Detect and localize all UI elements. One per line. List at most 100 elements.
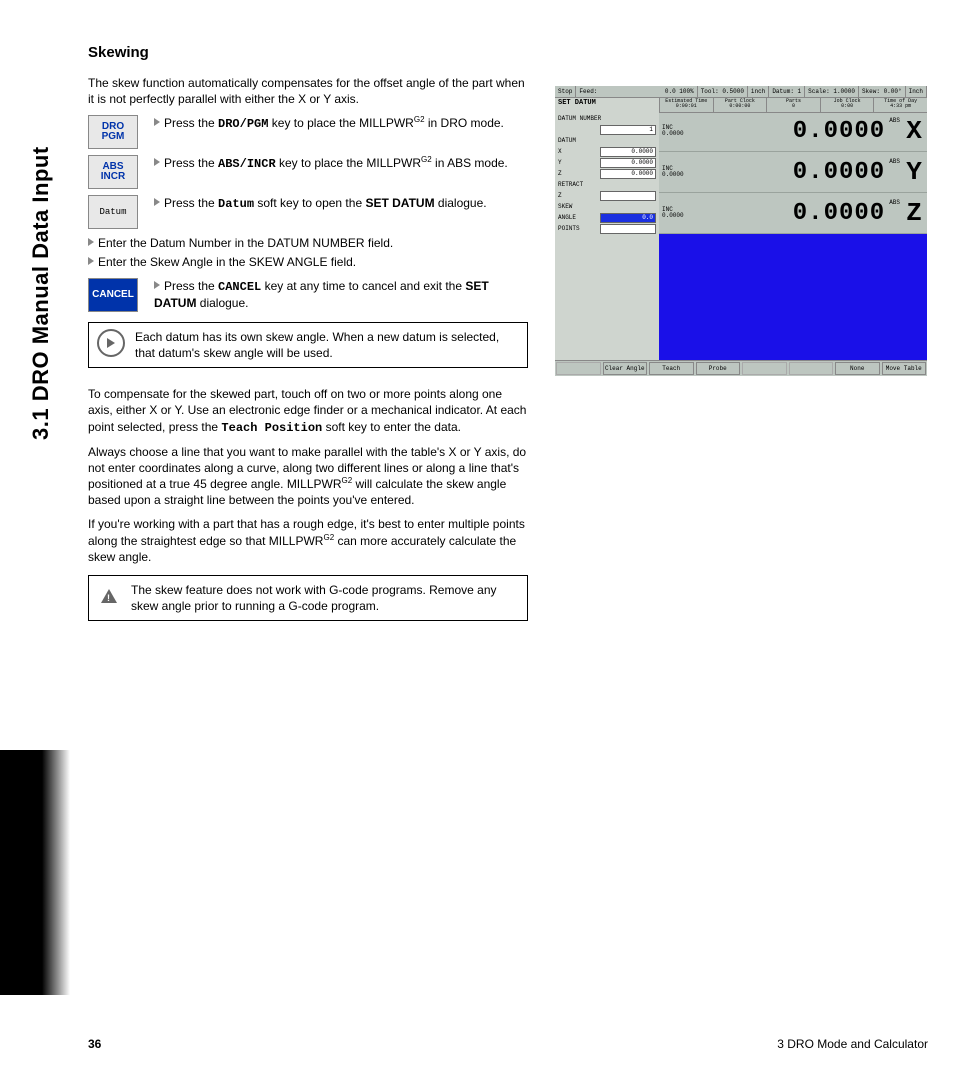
- para-2: To compensate for the skewed part, touch…: [88, 386, 528, 436]
- dro-mini: INC0.0000: [659, 166, 698, 179]
- softkey-teach[interactable]: Teach: [649, 362, 694, 375]
- softkey-clear-angle[interactable]: Clear Angle: [603, 362, 648, 375]
- key-line: CANCEL: [92, 290, 134, 301]
- dro-panel: INC0.0000 0.0000 ABS X INC0.0000 0.0000 …: [659, 111, 927, 361]
- topbar-unit: inch: [748, 86, 769, 97]
- input-y[interactable]: 0.0000: [600, 158, 656, 168]
- para-3: Always choose a line that you want to ma…: [88, 444, 528, 509]
- topbar-datum: Datum: 1: [769, 86, 805, 97]
- lbl-datum: DATUM: [558, 138, 576, 145]
- abs-label: ABS: [889, 117, 900, 124]
- key-cancel[interactable]: CANCEL: [88, 278, 138, 312]
- abs-label: ABS: [889, 158, 900, 165]
- key-datum[interactable]: Datum: [88, 195, 138, 229]
- step-4: Enter the Datum Number in the DATUM NUMB…: [88, 235, 528, 251]
- note-box-2: ! The skew feature does not work with G-…: [88, 575, 528, 621]
- step-text: Press the DRO/PGM key to place the MILLP…: [154, 115, 528, 132]
- dro-value-z: 0.0000: [698, 200, 889, 227]
- note-box-1: Each datum has its own skew angle. When …: [88, 322, 528, 368]
- lbl-angle: ANGLE: [558, 215, 576, 222]
- step-text: Press the CANCEL key at any time to canc…: [154, 278, 528, 311]
- arrow-icon: [107, 338, 115, 348]
- input-skew-angle[interactable]: 0.0: [600, 213, 656, 223]
- step-3: Datum Press the Datum soft key to open t…: [88, 195, 528, 229]
- lbl-skew: SKEW: [558, 204, 572, 211]
- softkey-5[interactable]: [742, 362, 787, 375]
- topbar-scale: Scale: 1.0000: [805, 86, 859, 97]
- softkey-1[interactable]: [556, 362, 601, 375]
- heading-skewing: Skewing: [88, 44, 528, 61]
- key-abs-incr[interactable]: ABS INCR: [88, 155, 138, 189]
- time-part: Part Clock0:00:00: [713, 98, 767, 112]
- page-content: Skewing The skew function automatically …: [88, 44, 528, 635]
- page-number: 36: [88, 1037, 101, 1051]
- shot-topbar: Stop Feed:0.0 100% Tool: 0.5000 inch Dat…: [555, 86, 927, 98]
- dro-row-z: INC0.0000 0.0000 ABS Z: [659, 193, 927, 234]
- axis-x: X: [904, 116, 927, 146]
- dro-mini: INC0.0000: [659, 125, 698, 138]
- dro-row-x: INC0.0000 0.0000 ABS X: [659, 111, 927, 152]
- key-line: PGM: [102, 132, 125, 143]
- step-6: CANCEL Press the CANCEL key at any time …: [88, 278, 528, 312]
- topbar-inch: Inch: [906, 86, 927, 97]
- dro-value-y: 0.0000: [698, 159, 889, 186]
- triangle-icon: [154, 118, 160, 126]
- softkey-none[interactable]: None: [835, 362, 880, 375]
- lbl-x: X: [558, 149, 562, 156]
- abs-label: ABS: [889, 199, 900, 206]
- triangle-icon: [88, 238, 94, 246]
- step-5: Enter the Skew Angle in the SKEW ANGLE f…: [88, 254, 528, 270]
- dro-screenshot: Stop Feed:0.0 100% Tool: 0.5000 inch Dat…: [555, 86, 927, 376]
- topbar-feed: Feed:0.0 100%: [576, 86, 697, 97]
- shot-body: DATUM NUMBER 1 DATUM X 0.0000 Y 0.0000 Z 0.…: [555, 111, 927, 361]
- step-text: Press the Datum soft key to open the SET…: [154, 195, 528, 212]
- triangle-icon: [88, 257, 94, 265]
- note-text: Each datum has its own skew angle. When …: [135, 329, 519, 361]
- input-datum-number[interactable]: 1: [600, 125, 656, 135]
- softkey-6[interactable]: [789, 362, 834, 375]
- para-4: If you're working with a part that has a…: [88, 516, 528, 565]
- triangle-icon: [154, 198, 160, 206]
- lbl-datum-number: DATUM NUMBER: [558, 116, 601, 123]
- time-parts: Parts0: [766, 98, 820, 112]
- set-datum-label: SET DATUM: [555, 98, 659, 112]
- step-1: DRO PGM Press the DRO/PGM key to place t…: [88, 115, 528, 149]
- lbl-retract: RETRACT: [558, 182, 583, 189]
- input-retract-z[interactable]: [600, 191, 656, 201]
- topbar-stop: Stop: [555, 86, 576, 97]
- key-line: INCR: [101, 172, 125, 183]
- triangle-icon: [154, 158, 160, 166]
- topbar-skew: Skew: 0.00°: [859, 86, 906, 97]
- graphic-pane: [659, 234, 927, 361]
- input-x[interactable]: 0.0000: [600, 147, 656, 157]
- axis-y: Y: [904, 157, 927, 187]
- set-datum-panel: DATUM NUMBER 1 DATUM X 0.0000 Y 0.0000 Z 0.…: [555, 111, 659, 361]
- lbl-points: POINTS: [558, 226, 580, 233]
- input-points[interactable]: [600, 224, 656, 234]
- dro-row-y: INC0.0000 0.0000 ABS Y: [659, 152, 927, 193]
- step-text: Press the ABS/INCR key to place the MILL…: [154, 155, 528, 172]
- warning-icon: !: [97, 582, 121, 606]
- thumb-tab: [0, 750, 70, 995]
- softkey-move-table[interactable]: Move Table: [882, 362, 927, 375]
- time-tod: Time of Day4:33 pm: [873, 98, 927, 112]
- side-tab: 3.1 DRO Manual Data Input: [28, 40, 52, 440]
- dro-value-x: 0.0000: [698, 118, 889, 145]
- note-text: The skew feature does not work with G-co…: [131, 582, 519, 614]
- step-2: ABS INCR Press the ABS/INCR key to place…: [88, 155, 528, 189]
- note-icon: [97, 329, 125, 357]
- key-dro-pgm[interactable]: DRO PGM: [88, 115, 138, 149]
- lbl-y: Y: [558, 160, 562, 167]
- time-job: Job Clock0:00: [820, 98, 874, 112]
- intro-para: The skew function automatically compensa…: [88, 75, 528, 107]
- dro-mini: INC0.0000: [659, 207, 698, 220]
- topbar-tool: Tool: 0.5000: [698, 86, 748, 97]
- input-z[interactable]: 0.0000: [600, 169, 656, 179]
- page-footer: 36 3 DRO Mode and Calculator: [88, 1037, 928, 1051]
- shot-softkeys: Clear Angle Teach Probe None Move Table: [555, 360, 927, 376]
- side-tab-text: 3.1 DRO Manual Data Input: [28, 146, 54, 440]
- chapter-title: 3 DRO Mode and Calculator: [777, 1037, 928, 1051]
- lbl-rz: Z: [558, 193, 562, 200]
- softkey-probe[interactable]: Probe: [696, 362, 741, 375]
- key-line: Datum: [99, 208, 126, 217]
